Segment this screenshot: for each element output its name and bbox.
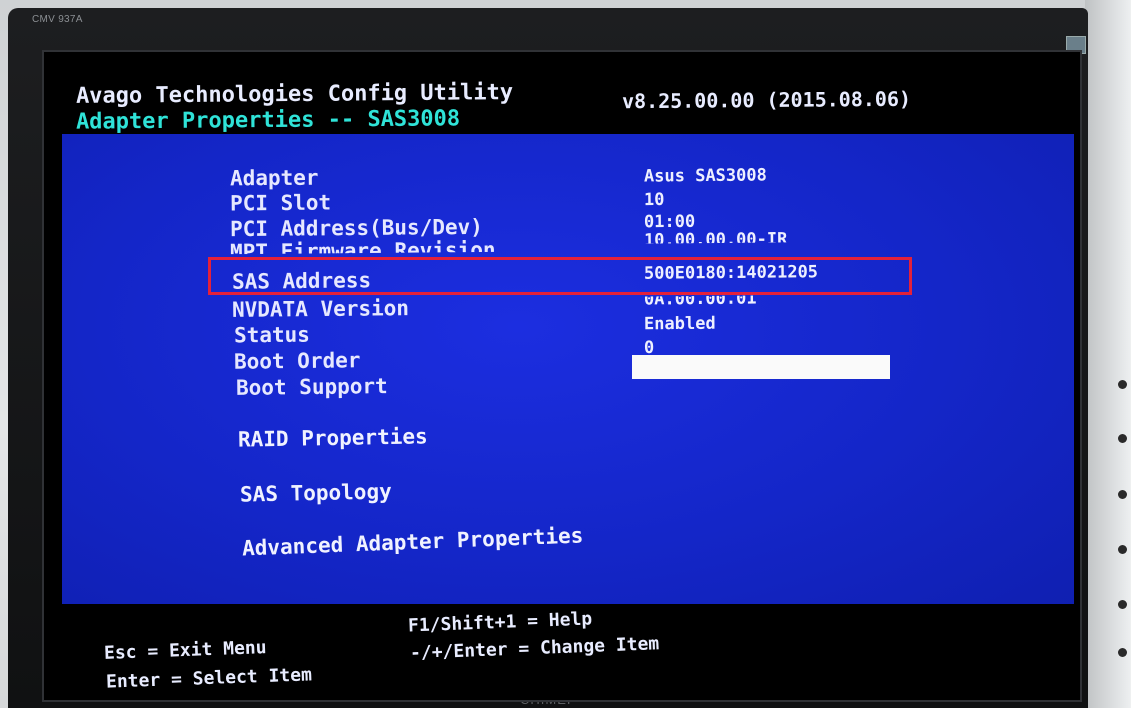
label-nvdata-version: NVDATA Version bbox=[231, 296, 410, 322]
peg-dot bbox=[1118, 545, 1127, 554]
sas-address-highlight bbox=[208, 257, 912, 295]
value-pci-slot: 10 bbox=[643, 189, 665, 211]
label-firmware-revision: MPT Firmware Revision bbox=[229, 237, 496, 255]
value-pci-address: 01:00 bbox=[643, 211, 696, 233]
utility-title: Avago Technologies Config Utility bbox=[75, 80, 514, 109]
label-pci-address: PCI Address(Bus/Dev) bbox=[229, 214, 483, 242]
value-nvdata-version: 0A.00.00.01 bbox=[643, 295, 757, 309]
monitor-model-label: CMV 937A bbox=[32, 14, 83, 25]
peg-dot bbox=[1118, 380, 1127, 389]
peg-dot bbox=[1118, 434, 1127, 443]
value-adapter: Asus SAS3008 bbox=[643, 165, 767, 187]
menu-sas-topology[interactable]: SAS Topology bbox=[240, 479, 392, 506]
page-title: Adapter Properties -- SAS3008 bbox=[75, 106, 461, 135]
peg-dot bbox=[1118, 600, 1127, 609]
label-adapter: Adapter bbox=[229, 165, 319, 191]
label-boot-support: Boot Support bbox=[235, 374, 388, 400]
label-status: Status bbox=[233, 322, 310, 348]
label-pci-slot: PCI Slot bbox=[229, 190, 332, 216]
peg-dot bbox=[1118, 490, 1127, 499]
label-boot-order: Boot Order bbox=[233, 348, 361, 374]
value-status: Enabled bbox=[643, 313, 716, 335]
value-firmware-revision: 10.00.00.00-IR bbox=[643, 229, 788, 244]
utility-version: v8.25.00.00 (2015.08.06) bbox=[621, 86, 912, 114]
peg-dot bbox=[1118, 648, 1127, 657]
menu-raid-properties[interactable]: RAID Properties bbox=[238, 424, 428, 451]
boot-support-field[interactable] bbox=[632, 355, 890, 379]
